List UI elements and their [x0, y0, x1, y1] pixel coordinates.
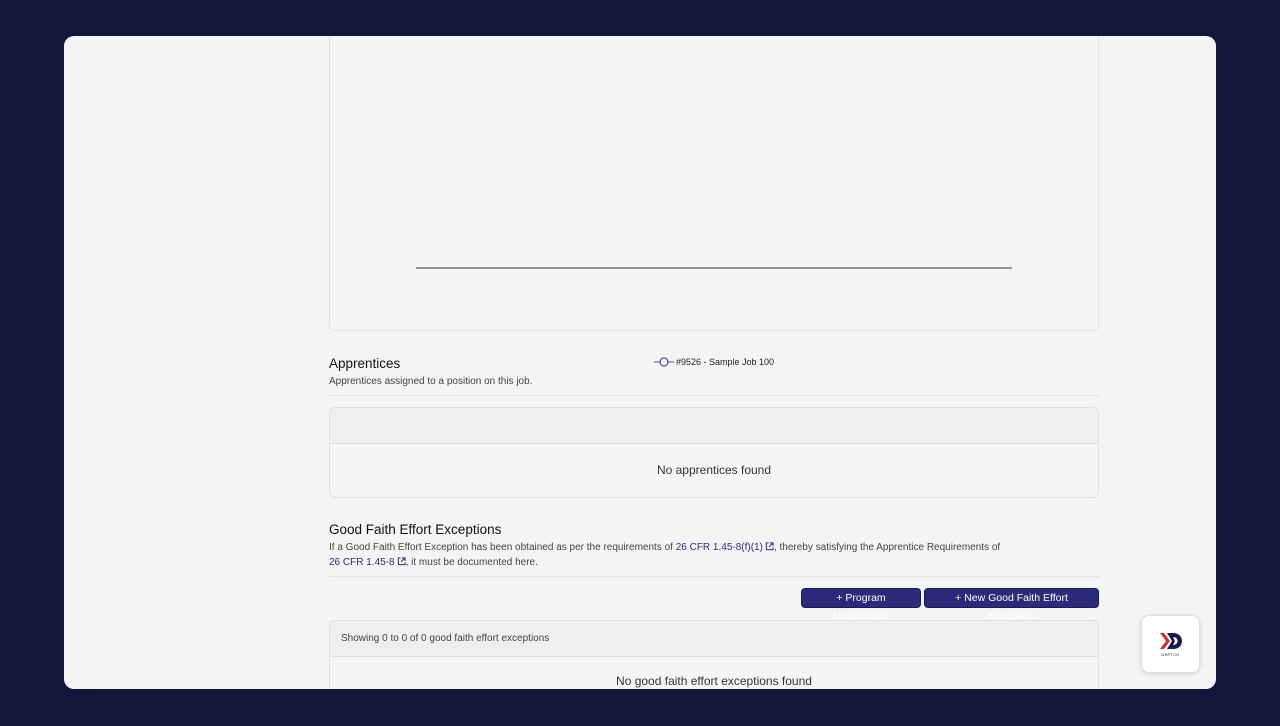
- legend-label: #9526 - Sample Job 100: [675, 357, 775, 367]
- gfe-table-header: Showing 0 to 0 of 0 good faith effort ex…: [330, 621, 1098, 657]
- legend-marker-icon: [653, 357, 674, 367]
- apprentices-table: No apprentices found: [329, 407, 1099, 498]
- external-link-icon: [397, 556, 406, 565]
- external-link-icon: [765, 542, 774, 551]
- cfr-link-f1[interactable]: 26 CFR 1.45-8(f)(1): [676, 542, 774, 553]
- dsptch-logo-icon: [1159, 633, 1182, 649]
- dsptch-logo-text: DSPTCH: [1161, 652, 1180, 657]
- gfe-divider: [329, 576, 1099, 577]
- chart-card: [329, 36, 1099, 331]
- main-window: #9526 - Sample Job 100 Apprentices Appre…: [64, 36, 1216, 689]
- apprentices-empty-state: No apprentices found: [656, 463, 772, 477]
- chart-legend[interactable]: #9526 - Sample Job 100: [329, 357, 1099, 367]
- apprentices-table-header: [330, 408, 1098, 444]
- gfe-empty-state: No good faith effort exceptions found: [616, 674, 812, 688]
- apprentices-description: Apprentices assigned to a position on th…: [329, 376, 533, 387]
- apprentices-divider: [329, 395, 1099, 396]
- gfe-showing-count: Showing 0 to 0 of 0 good faith effort ex…: [341, 633, 550, 644]
- new-gfe-exception-button[interactable]: + New Good Faith Effort Exception: [924, 588, 1099, 622]
- gfe-title: Good Faith Effort Exceptions: [329, 522, 502, 537]
- cfr-link-label: 26 CFR 1.45-8: [329, 556, 395, 568]
- gfe-desc-text-1: If a Good Faith Effort Exception has bee…: [329, 542, 676, 553]
- job-chart: [416, 267, 1012, 269]
- apprentices-title: Apprentices: [329, 356, 401, 371]
- program-unavailable-button[interactable]: + Program Unavailable: [801, 588, 921, 622]
- gfe-desc-text-2: , thereby satisfying the Apprentice Requ…: [773, 542, 1001, 553]
- cfr-link[interactable]: 26 CFR 1.45-8: [329, 557, 406, 568]
- dsptch-help-button[interactable]: DSPTCH: [1141, 615, 1200, 673]
- gfe-description: If a Good Faith Effort Exception has bee…: [329, 541, 1089, 570]
- gfe-table: Showing 0 to 0 of 0 good faith effort ex…: [329, 620, 1099, 689]
- cfr-link-f1-label: 26 CFR 1.45-8(f)(1): [675, 542, 763, 553]
- gfe-desc-text-3: , it must be documented here.: [405, 556, 538, 568]
